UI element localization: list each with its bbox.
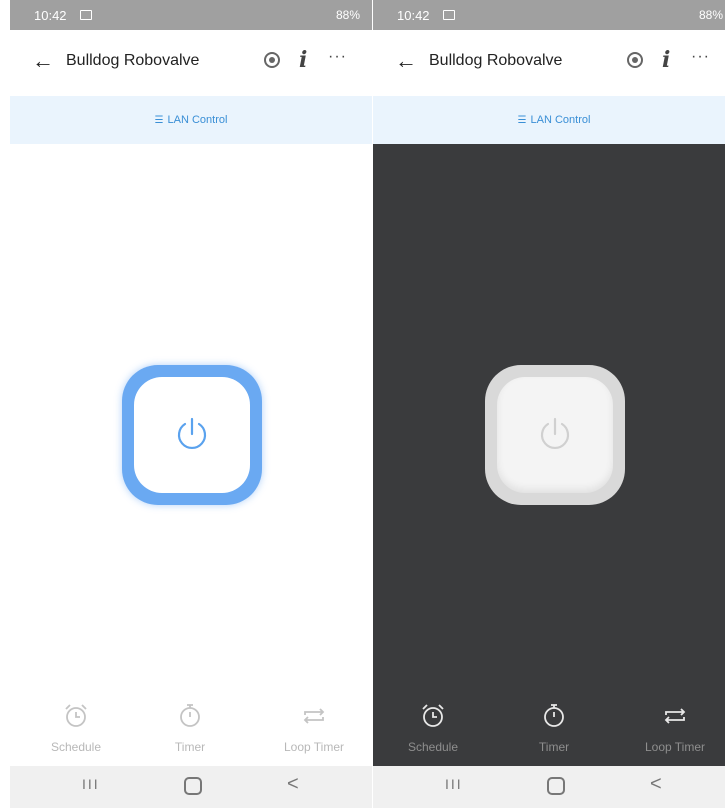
alarm-clock-icon <box>422 704 444 727</box>
status-time: 10:42 <box>34 8 67 23</box>
info-icon[interactable]: i <box>662 47 670 73</box>
more-menu-icon[interactable]: ··· <box>691 48 710 66</box>
status-bar: 10:42 88% <box>373 0 725 30</box>
status-time: 10:42 <box>397 8 430 23</box>
stopwatch-icon <box>180 704 200 727</box>
recents-button[interactable]: III <box>82 777 100 791</box>
bottom-tabs: Schedule Timer Loop Timer <box>373 702 725 766</box>
nav-back-button[interactable]: < <box>650 774 662 794</box>
back-arrow-icon[interactable]: ← <box>32 50 54 72</box>
screen-power-on: 10:42 88% ← Bulldog Robovalve i ··· ☰ LAN… <box>10 0 372 808</box>
power-button[interactable] <box>485 365 625 505</box>
screenshot-notification-icon <box>443 10 455 20</box>
battery-status: 88% <box>335 8 360 22</box>
tab-timer[interactable]: Timer <box>140 702 240 766</box>
tab-timer[interactable]: Timer <box>504 702 604 766</box>
info-icon[interactable]: i <box>299 47 307 73</box>
tab-schedule[interactable]: Schedule <box>383 702 483 766</box>
android-nav-bar: III < <box>373 766 725 808</box>
tab-timer-label: Timer <box>174 740 206 754</box>
screen-power-off: 10:42 88% ← Bulldog Robovalve i ··· ☰ LAN… <box>373 0 725 808</box>
loop-arrows-icon <box>664 708 686 724</box>
tab-schedule-label: Schedule <box>407 740 459 754</box>
lan-control-label: LAN Control <box>167 114 228 126</box>
tab-schedule[interactable]: Schedule <box>26 702 126 766</box>
power-icon <box>177 417 207 449</box>
device-body: Schedule Timer Loop Timer <box>10 144 372 766</box>
back-arrow-icon[interactable]: ← <box>395 50 417 72</box>
device-title: Bulldog Robovalve <box>429 52 563 69</box>
screenshot-notification-icon <box>80 10 92 20</box>
webcam-icon[interactable] <box>264 52 280 68</box>
power-button-face <box>497 377 613 493</box>
tab-loop-timer[interactable]: Loop Timer <box>264 702 364 766</box>
lan-network-icon: ☰ <box>154 115 164 126</box>
stopwatch-icon <box>544 704 564 727</box>
battery-status: 88% <box>698 8 723 22</box>
lan-control-bar: ☰ LAN Control <box>373 96 725 144</box>
more-menu-icon[interactable]: ··· <box>328 48 347 66</box>
bottom-tabs: Schedule Timer Loop Timer <box>10 702 372 766</box>
app-bar: ← Bulldog Robovalve i ··· <box>10 30 372 96</box>
webcam-icon[interactable] <box>627 52 643 68</box>
android-nav-bar: III < <box>10 766 372 808</box>
device-title: Bulldog Robovalve <box>66 52 200 69</box>
loop-arrows-icon <box>303 708 325 724</box>
home-button[interactable] <box>184 777 202 795</box>
alarm-clock-icon <box>65 704 87 727</box>
lan-control-label: LAN Control <box>530 114 591 126</box>
tab-loop-timer-label: Loop Timer <box>283 740 345 754</box>
tab-loop-timer[interactable]: Loop Timer <box>625 702 725 766</box>
lan-control-bar: ☰ LAN Control <box>10 96 372 144</box>
recents-button[interactable]: III <box>445 777 463 791</box>
power-icon <box>540 417 570 449</box>
status-bar: 10:42 88% <box>10 0 372 30</box>
tab-schedule-label: Schedule <box>50 740 102 754</box>
power-button[interactable] <box>122 365 262 505</box>
home-button[interactable] <box>547 777 565 795</box>
nav-back-button[interactable]: < <box>287 774 299 794</box>
app-bar: ← Bulldog Robovalve i ··· <box>373 30 725 96</box>
tab-loop-timer-label: Loop Timer <box>644 740 706 754</box>
device-body: Schedule Timer Loop Timer <box>373 144 725 766</box>
tab-timer-label: Timer <box>538 740 570 754</box>
power-button-face <box>134 377 250 493</box>
lan-network-icon: ☰ <box>517 115 527 126</box>
